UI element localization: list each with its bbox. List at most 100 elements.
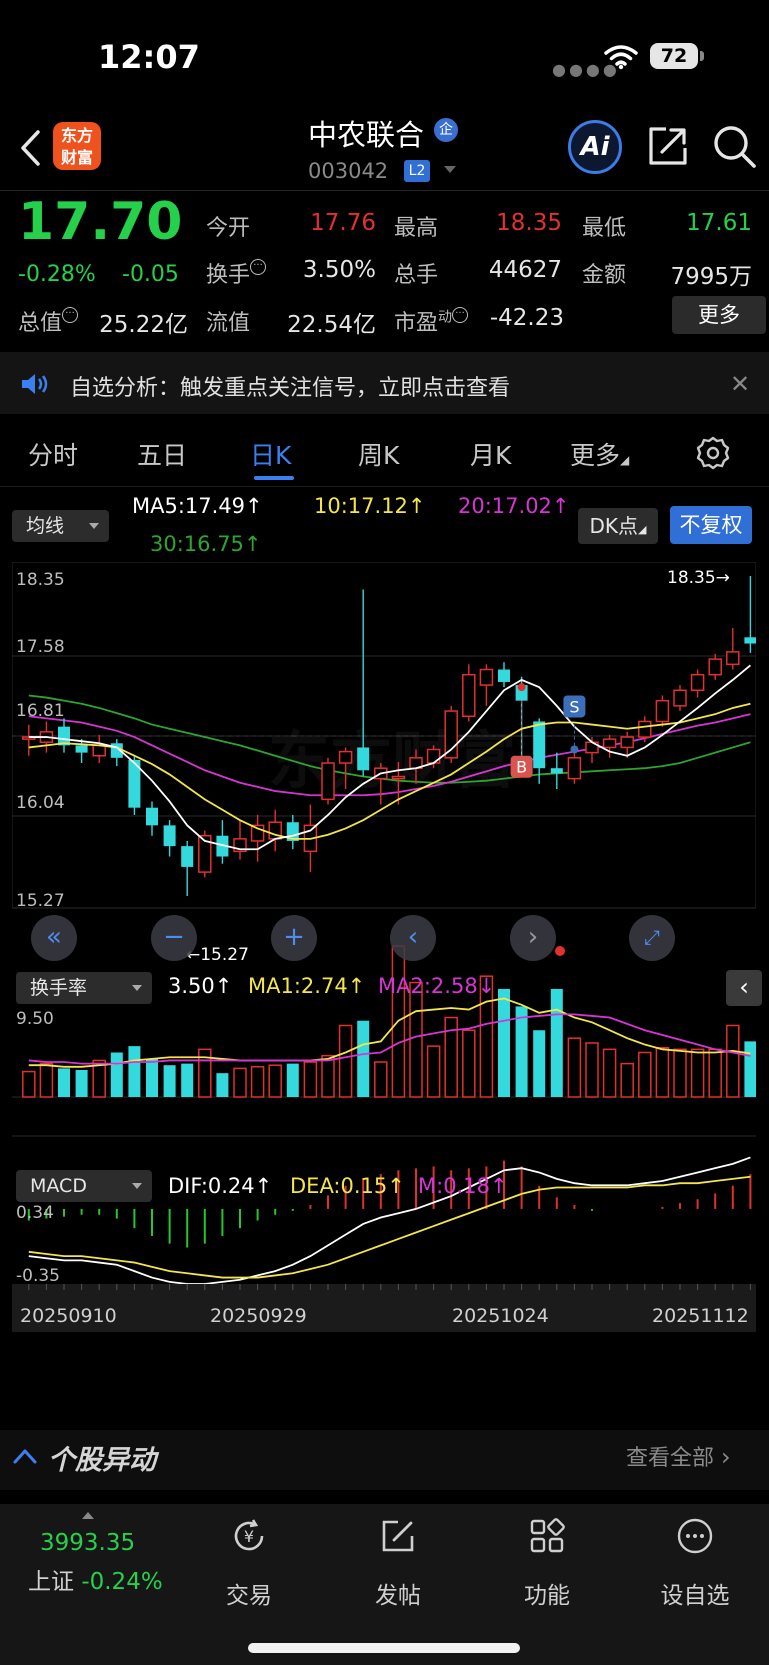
turnover-value: 3.50% [302,257,376,283]
more-dots-icon[interactable] [640,1516,750,1560]
date-label: 20251112 [652,1305,749,1327]
notice-text[interactable]: 自选分析：触发重点关注信号，立即点击查看 [70,370,510,402]
float-value: 22.54亿 [287,312,376,338]
change-amount: -0.05 [122,262,179,287]
candle-body [567,757,582,780]
low-label: 最低 [582,216,627,241]
ai-assistant-button[interactable]: Ai [568,120,622,174]
amount-label: 金额 [582,263,627,288]
change-percent: -0.28% [18,262,96,287]
tab-daily-k[interactable]: 日K [250,436,291,472]
corner-caret-icon: ◢ [620,453,630,467]
turnover-label-text: 换手 [206,263,251,288]
speaker-icon [22,374,48,394]
tab-more[interactable]: 更多◢ [570,436,629,472]
info-dots-icon[interactable]: ··· [452,307,469,323]
fullscreen-icon[interactable]: ⤢ [629,915,675,961]
index-change: -0.24% [81,1569,163,1595]
main-indicator-select[interactable]: 均线 [12,510,109,542]
date-label: 20251024 [452,1305,549,1327]
candle-body [479,668,494,686]
collapse-panel-icon[interactable]: ‹ [726,970,762,1006]
chevron-down-icon[interactable] [444,166,456,173]
section-title: 个股异动 [48,1445,156,1476]
turnover-bar [22,1070,36,1098]
zoom-out-button[interactable]: − [151,915,197,961]
index-ticker[interactable]: 上证 -0.24% [28,1562,163,1596]
turnover-bar [128,1046,141,1097]
turnover-bars [22,945,756,1098]
watermark: 东方财富 [268,724,516,797]
turnover-current: 3.50↑ [168,974,233,998]
trade-icon[interactable]: ¥ [194,1516,304,1560]
zoom-in-button[interactable]: + [271,915,317,961]
battery-tip [700,51,704,61]
date-axis-bg [12,1284,756,1332]
turnover-bar [268,1064,282,1098]
ma30-value: 30:16.75↑ [150,532,262,556]
low-value: 17.61 [686,210,752,236]
tab-five-day[interactable]: 五日 [137,436,187,472]
l2-badge[interactable]: L2 [404,160,430,182]
functions-icon[interactable] [492,1516,602,1560]
turnover-bar [321,1054,335,1098]
adjustment-button[interactable]: 不复权 [670,506,752,544]
turnover-bar [550,988,563,1097]
scroll-to-start-button[interactable]: « [31,915,77,961]
chevron-up-icon[interactable] [12,1446,38,1466]
battery-icon: 72 [650,43,698,69]
pe-value: -42.23 [489,305,564,331]
index-value[interactable]: 3993.35 [40,1530,135,1556]
view-all-link[interactable]: 查看全部 › [626,1440,731,1472]
info-dots-icon[interactable]: ··· [250,259,267,275]
turnover-bar [216,1073,229,1097]
more-quote-button[interactable]: 更多 [672,296,766,334]
turnover-bar [39,1062,54,1098]
eastmoney-logo[interactable]: 东方 财富 [53,122,101,170]
dk-point-button[interactable]: DK点◢ [578,508,658,544]
home-indicator[interactable] [248,1643,520,1653]
post-icon[interactable] [343,1516,453,1560]
candle-body [602,738,617,749]
share-icon[interactable] [646,124,690,168]
high-label: 最高 [394,216,439,241]
turnover-bar [146,1058,158,1097]
close-icon[interactable]: ✕ [730,370,750,398]
tab-weekly-k[interactable]: 周K [358,436,399,472]
candle-body [357,747,370,771]
candle-body [426,748,441,764]
settings-gear-icon[interactable] [696,436,730,470]
enterprise-badge: 企 [434,118,458,142]
price-tick: 17.58 [16,637,65,657]
tab-monthly-k[interactable]: 月K [470,436,511,472]
amount-value: 7995万 [670,264,752,290]
back-arrow-icon[interactable] [18,128,44,168]
scroll-right-button[interactable]: › [510,915,556,961]
min-price-label: ←15.27 [186,945,249,965]
price-tick: 16.81 [16,701,65,721]
nav-post[interactable]: 发帖 [343,1576,453,1610]
wifi-icon [604,45,638,70]
nav-trade[interactable]: 交易 [194,1576,304,1610]
turnover-ma1: MA1:2.74↑ [248,974,366,998]
expand-up-icon[interactable] [82,1512,94,1519]
tab-intraday[interactable]: 分时 [28,436,78,472]
turnover-bar [374,1061,388,1098]
macd-select[interactable]: MACD [16,1170,152,1202]
turnover-bar [533,1030,546,1097]
turnover-bar [620,1062,634,1098]
info-dots-icon[interactable]: ··· [62,307,79,323]
sub-indicator-select[interactable]: 换手率 [16,972,152,1004]
candle-body [726,651,740,666]
macd-axis-top: 0.34 [16,1203,54,1223]
turnover-bar [638,1051,652,1098]
nav-add-watchlist[interactable]: 设自选 [640,1576,750,1610]
search-icon[interactable] [712,124,758,170]
nav-functions[interactable]: 功能 [492,1576,602,1610]
scroll-left-button[interactable]: ‹ [390,915,436,961]
turnover-bar [602,1048,617,1098]
turnover-bar [744,1041,756,1097]
view-all-label: 查看全部 [626,1446,715,1471]
candle-body [338,750,353,764]
chevron-down-icon [132,985,142,991]
